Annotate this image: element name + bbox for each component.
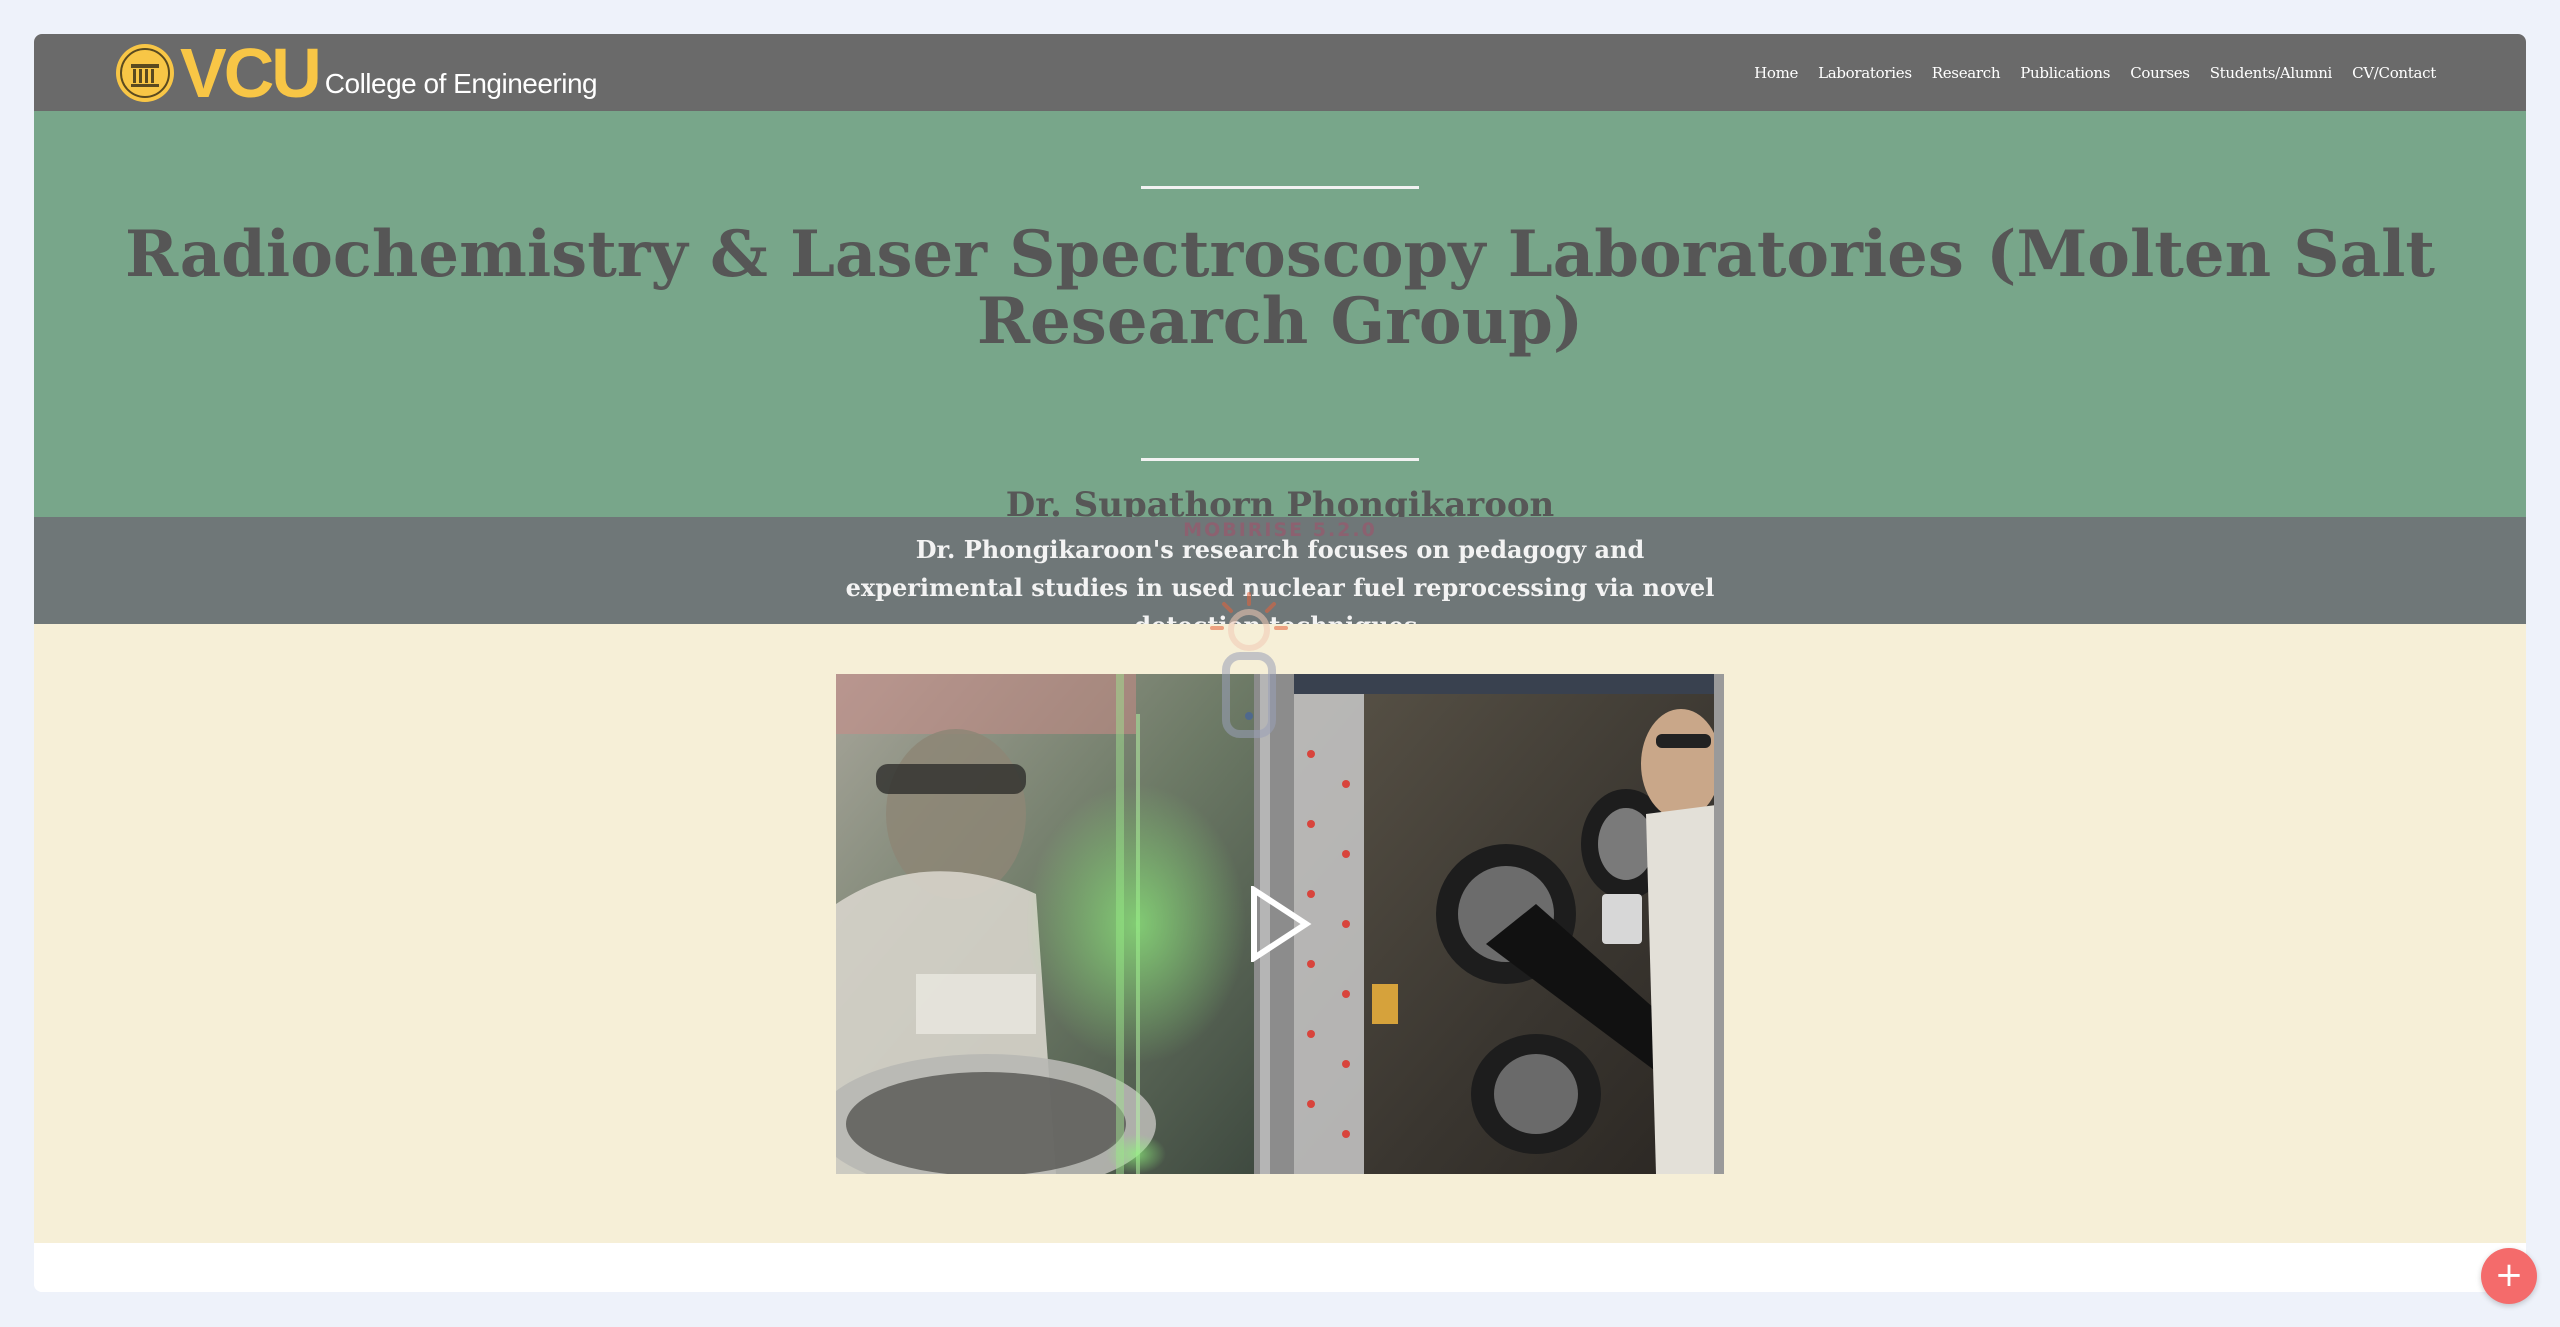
play-icon[interactable]	[1248, 886, 1312, 962]
nav-students-alumni[interactable]: Students/Alumni	[2210, 64, 2333, 82]
nav-home[interactable]: Home	[1754, 64, 1798, 82]
nav-publications[interactable]: Publications	[2020, 64, 2110, 82]
hero-section: Radiochemistry & Laser Spectroscopy Labo…	[34, 111, 2526, 525]
add-block-button[interactable]: +	[2481, 1248, 2537, 1304]
nav-research[interactable]: Research	[1932, 64, 2001, 82]
nav-courses[interactable]: Courses	[2130, 64, 2190, 82]
main-nav: Home Laboratories Research Publications …	[1754, 34, 2436, 111]
title-rule-bottom	[1141, 458, 1419, 461]
title-rule-top	[1141, 186, 1419, 189]
page-title: Radiochemistry & Laser Spectroscopy Labo…	[125, 217, 2435, 359]
top-navbar: VCU College of Engineering Home Laborato…	[34, 34, 2526, 111]
footer-strip	[34, 1243, 2526, 1292]
logo-wordmark: VCU	[180, 34, 322, 112]
nav-cv-contact[interactable]: CV/Contact	[2352, 64, 2436, 82]
vcu-seal-icon	[116, 44, 174, 102]
mobirise-mascot-icon	[1210, 592, 1288, 738]
nav-laboratories[interactable]: Laboratories	[1818, 64, 1912, 82]
logo-subtitle: College of Engineering	[324, 68, 598, 99]
lab-video[interactable]	[836, 674, 1724, 1174]
vcu-logo[interactable]: VCU College of Engineering	[114, 34, 598, 112]
